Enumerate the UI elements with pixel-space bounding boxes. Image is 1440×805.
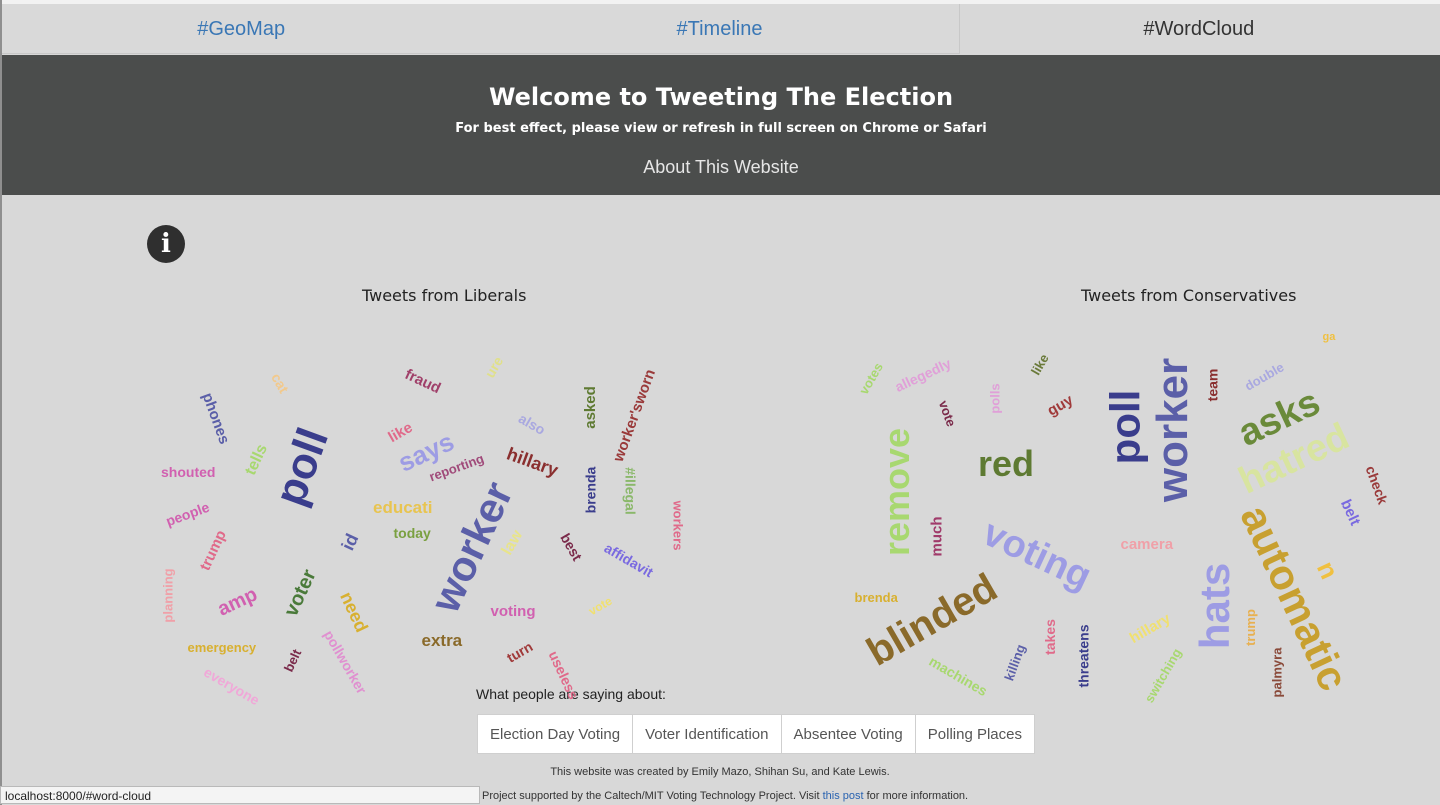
page-title: Welcome to Tweeting The Election <box>488 83 954 111</box>
liberal-cloud-word[interactable]: extra <box>422 632 463 649</box>
liberal-cloud-word[interactable]: also <box>516 410 548 438</box>
liberal-cloud-word[interactable]: trump <box>196 527 229 573</box>
liberal-cloud-word[interactable]: people <box>163 499 211 529</box>
nav-tab-timeline[interactable]: #Timeline <box>480 4 959 54</box>
liberal-cloud-word[interactable]: poll <box>265 422 338 512</box>
conservative-cloud-word[interactable]: n <box>1311 556 1345 583</box>
conservative-cloud-word[interactable]: red <box>978 446 1034 482</box>
conservative-cloud-word[interactable]: killing <box>1001 642 1028 682</box>
support-text: Project supported by the Caltech/MIT Vot… <box>482 790 968 802</box>
conservative-cloud-word[interactable]: machines <box>926 653 990 699</box>
conservative-cloud-word[interactable]: much <box>929 516 946 556</box>
hero-banner: Welcome to Tweeting The Election For bes… <box>2 55 1440 195</box>
conservative-cloud-word[interactable]: ga <box>1323 331 1336 343</box>
liberal-cloud-title: Tweets from Liberals <box>362 286 527 305</box>
liberal-cloud-word[interactable]: turn <box>503 638 535 665</box>
conservative-cloud-word[interactable]: palmyra <box>1269 647 1284 697</box>
conservative-cloud-word[interactable]: hillary <box>1127 610 1174 647</box>
liberal-cloud-word[interactable]: voting <box>491 604 536 619</box>
liberal-cloud-word[interactable]: worker'sworn <box>609 367 658 464</box>
support-text-after: for more information. <box>866 790 969 802</box>
issue-button-absentee[interactable]: Absentee Voting <box>780 714 916 754</box>
liberal-cloud-word[interactable]: like <box>385 418 415 445</box>
conservative-cloud-word[interactable]: check <box>1363 464 1392 507</box>
liberal-cloud-word[interactable]: vote <box>586 594 614 618</box>
liberal-cloud-word[interactable]: belt <box>280 646 303 673</box>
liberal-cloud-word[interactable]: fraud <box>402 365 443 396</box>
conservative-cloud-word[interactable]: belt <box>1336 496 1363 527</box>
conservative-cloud-word[interactable]: trump <box>1242 609 1257 646</box>
liberal-cloud-word[interactable]: best <box>557 531 585 564</box>
issue-button-voter-id[interactable]: Voter Identification <box>632 714 782 754</box>
conservative-cloud-word[interactable]: takes <box>1042 619 1058 655</box>
liberal-cloud-word[interactable]: planning <box>161 568 176 622</box>
liberal-cloud-word[interactable]: id <box>338 531 363 554</box>
this-post-link[interactable]: this post <box>823 790 864 802</box>
nav-tab-wordcloud[interactable]: #WordCloud <box>958 4 1438 54</box>
liberal-cloud-word[interactable]: today <box>394 526 431 540</box>
liberal-cloud-word[interactable]: workers <box>670 500 685 550</box>
conservative-cloud-word[interactable]: vote <box>935 398 958 428</box>
liberal-cloud-word[interactable]: amp <box>214 583 261 620</box>
conservative-cloud-word[interactable]: camera <box>1121 537 1174 552</box>
liberal-cloud-word[interactable]: everyone <box>201 664 262 709</box>
top-nav: #GeoMap #Timeline #WordCloud <box>2 4 1438 54</box>
conservative-cloud-word[interactable]: hats <box>1191 563 1238 649</box>
conservative-cloud-word[interactable]: poll <box>1101 390 1148 465</box>
conservative-cloud-word[interactable]: double <box>1242 359 1286 393</box>
browser-status-bar: localhost:8000/#word-cloud <box>0 786 480 804</box>
conservative-cloud-title: Tweets from Conservatives <box>1081 286 1297 305</box>
liberal-cloud-word[interactable]: hillary <box>504 444 561 481</box>
liberal-cloud-word[interactable]: affidavit <box>602 540 656 581</box>
issue-button-election-day[interactable]: Election Day Voting <box>477 714 634 754</box>
liberal-cloud-word[interactable]: educati <box>373 499 433 516</box>
support-text-before: Project supported by the Caltech/MIT Vot… <box>482 790 820 802</box>
page-subtitle: For best effect, please view or refresh … <box>455 121 987 136</box>
liberal-cloud-word[interactable]: need <box>336 589 372 636</box>
credits-text: This website was created by Emily Mazo, … <box>550 766 890 778</box>
liberal-cloud-word[interactable]: pollworker <box>320 627 369 696</box>
liberal-cloud-word[interactable]: phones <box>198 390 232 446</box>
liberal-cloud-word[interactable]: ure <box>482 354 507 381</box>
conservative-cloud-word[interactable]: remove <box>876 428 917 556</box>
liberal-cloud-word[interactable]: asked <box>581 386 598 429</box>
conservative-cloud-word[interactable]: polls <box>988 383 1003 413</box>
nav-tab-geomap[interactable]: #GeoMap <box>2 4 481 54</box>
liberal-cloud-word[interactable]: shouted <box>161 465 215 479</box>
liberal-cloud-word[interactable]: cat <box>268 370 292 396</box>
liberal-cloud-word[interactable]: #illegal <box>622 467 638 514</box>
conservative-cloud-word[interactable]: brenda <box>855 591 898 604</box>
conservative-cloud-word[interactable]: guy <box>1044 391 1076 419</box>
liberal-cloud-word[interactable]: tells <box>242 442 271 478</box>
conservative-cloud-word[interactable]: threatens <box>1075 624 1091 687</box>
conservative-cloud-word[interactable]: like <box>1028 351 1052 377</box>
conservative-cloud-word[interactable]: team <box>1204 369 1220 402</box>
conservative-cloud-word[interactable]: switching <box>1141 645 1184 704</box>
liberal-cloud-word[interactable]: emergency <box>188 641 257 654</box>
issue-button-polling-places[interactable]: Polling Places <box>914 714 1035 754</box>
about-website-link[interactable]: About This Website <box>2 157 1440 178</box>
conservative-cloud-word[interactable]: votes <box>856 360 886 397</box>
conservative-cloud-word[interactable]: automatic <box>1231 498 1357 698</box>
conservative-cloud-word[interactable]: voting <box>976 512 1097 598</box>
info-circle-icon[interactable]: i <box>147 225 185 263</box>
liberal-cloud-word[interactable]: brenda <box>582 467 598 514</box>
issue-button-group: Election Day Voting Voter Identification… <box>477 714 1035 754</box>
liberal-cloud-word[interactable]: voter <box>280 566 321 620</box>
conservative-cloud-word[interactable]: allegedly <box>892 355 953 395</box>
conservative-cloud-word[interactable]: worker <box>1148 358 1197 502</box>
